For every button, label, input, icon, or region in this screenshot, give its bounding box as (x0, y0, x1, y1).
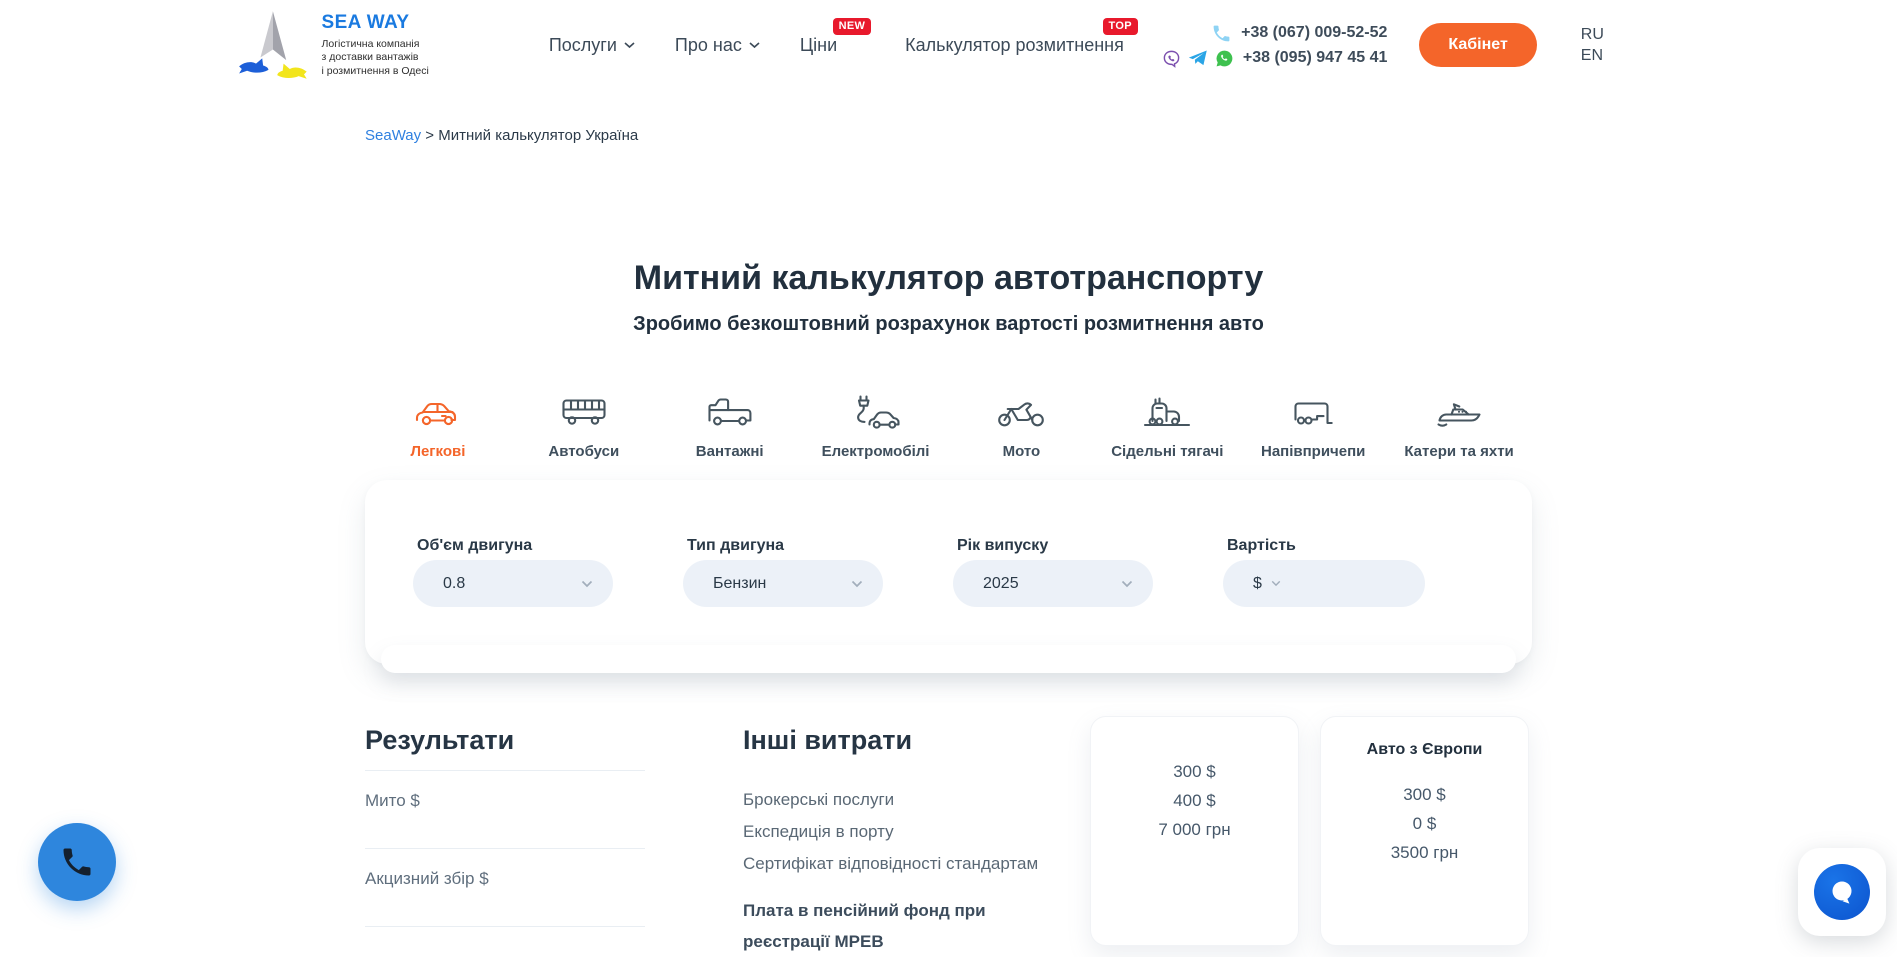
cost-item-pension-fund: Плата в пенсійний фонд при реєстрації МР… (743, 895, 1028, 957)
results-section: Результати Мито $ Акцизний збір $ Інші в… (365, 716, 1532, 957)
truck-icon (705, 391, 755, 429)
call-fab-button[interactable] (38, 823, 116, 901)
breadcrumb: SeaWay > Митний калькулятор Україна (365, 127, 1532, 144)
europe-value-2: 0 $ (1321, 809, 1528, 838)
other-costs-title: Інші витрати (743, 724, 1083, 756)
other-costs-column: Інші витрати Брокерські послуги Експедиц… (743, 716, 1083, 957)
phone-number-1[interactable]: +38 (067) 009-52-52 (1241, 24, 1387, 42)
tab-electric-cars[interactable]: Електромобілі (803, 391, 949, 460)
chevron-down-icon (1121, 580, 1133, 588)
lang-ru[interactable]: RU (1581, 26, 1604, 44)
price-field: Вартість $ (1223, 537, 1425, 664)
bus-icon (559, 391, 609, 429)
phone-number-2[interactable]: +38 (095) 947 45 41 (1243, 49, 1388, 67)
page-subtitle: Зробимо безкоштовний розрахунок вартості… (0, 313, 1897, 336)
vehicle-type-tabs: Легкові Автобуси Вантажні (365, 391, 1532, 460)
tab-moto[interactable]: Мото (949, 391, 1095, 460)
site-header: SEA WAY Логістична компанія з доставки в… (204, 0, 1694, 90)
costs-values-card: 300 $ 400 $ 7 000 грн (1090, 716, 1299, 946)
chevron-down-icon (624, 42, 635, 49)
year-select[interactable]: 2025 (953, 560, 1153, 607)
price-input-wrap: $ (1223, 560, 1425, 607)
yacht-icon (1434, 391, 1484, 429)
new-badge: NEW (833, 18, 872, 35)
motorcycle-icon (996, 391, 1046, 429)
tab-semi-trucks[interactable]: Сідельні тягачі (1094, 391, 1240, 460)
language-switcher: RU EN (1581, 26, 1604, 64)
europe-value-1: 300 $ (1321, 780, 1528, 809)
result-excise: Акцизний збір $ (365, 848, 645, 926)
page-title: Митний калькулятор автотранспорту (0, 259, 1897, 298)
cost-value-2: 400 $ (1091, 786, 1298, 815)
cost-value-1: 300 $ (1091, 757, 1298, 786)
tab-trucks[interactable]: Вантажні (657, 391, 803, 460)
currency-select[interactable]: $ (1253, 575, 1262, 593)
calculator-form-card: Об'єм двигуна 0.8 Тип двигуна Бензин Рік… (365, 480, 1532, 664)
logo-tagline: Логістична компанія з доставки вантажів … (322, 38, 429, 79)
header-contacts: +38 (067) 009-52-52 +38 (095) 947 45 41 (1162, 23, 1388, 68)
engine-type-field: Тип двигуна Бензин (683, 537, 883, 664)
semi-truck-icon (1142, 391, 1192, 429)
phone-icon (1211, 23, 1232, 44)
results-title: Результати (365, 724, 645, 756)
tab-buses[interactable]: Автобуси (511, 391, 657, 460)
top-badge: TOP (1103, 18, 1138, 35)
cost-value-3: 7 000 грн (1091, 815, 1298, 844)
electric-car-icon (851, 391, 901, 429)
main-nav: Послуги Про нас Ціни NEW Калькулятор роз… (549, 35, 1124, 56)
engine-type-select[interactable]: Бензин (683, 560, 883, 607)
year-field: Рік випуску 2025 (953, 537, 1153, 664)
chat-widget (1798, 848, 1886, 936)
cost-item-broker: Брокерські послуги (743, 784, 1083, 816)
breadcrumb-home-link[interactable]: SeaWay (365, 127, 421, 144)
telegram-icon[interactable] (1188, 49, 1208, 67)
price-input[interactable] (1290, 575, 1405, 593)
engine-volume-select[interactable]: 0.8 (413, 560, 613, 607)
europe-card-title: Авто з Європи (1321, 741, 1528, 759)
chat-bubble-icon (1827, 877, 1857, 907)
breadcrumb-current: Митний калькулятор Україна (438, 127, 638, 144)
europe-value-3: 3500 грн (1321, 838, 1528, 867)
trailer-icon (1288, 391, 1338, 429)
tab-boats-yachts[interactable]: Катери та яхти (1386, 391, 1532, 460)
cost-item-certificate: Сертифікат відповідності стандартам (743, 848, 1083, 880)
engine-volume-field: Об'єм двигуна 0.8 (413, 537, 613, 664)
chat-fab-button[interactable] (1814, 864, 1870, 920)
cost-item-port: Експедиція в порту (743, 816, 1083, 848)
whatsapp-icon[interactable] (1215, 49, 1234, 68)
chevron-down-icon[interactable] (1271, 580, 1281, 587)
seaway-boat-logo-icon (232, 9, 312, 81)
chevron-down-icon (749, 42, 760, 49)
tab-cars[interactable]: Легкові (365, 391, 511, 460)
nav-item-services[interactable]: Послуги (549, 35, 635, 56)
logo[interactable]: SEA WAY Логістична компанія з доставки в… (232, 9, 429, 81)
results-column: Результати Мито $ Акцизний збір $ (365, 716, 645, 932)
cabinet-button[interactable]: Кабінет (1419, 23, 1536, 67)
result-duty: Мито $ (365, 770, 645, 848)
phone-icon (59, 844, 95, 880)
logo-title: SEA WAY (322, 12, 429, 34)
car-icon (413, 391, 463, 429)
nav-item-customs-calculator[interactable]: Калькулятор розмитнення TOP (905, 35, 1124, 56)
chevron-down-icon (851, 580, 863, 588)
nav-item-prices[interactable]: Ціни NEW (800, 35, 837, 56)
viber-icon[interactable] (1162, 49, 1181, 68)
tab-semi-trailers[interactable]: Напівпричепи (1240, 391, 1386, 460)
nav-item-about[interactable]: Про нас (675, 35, 760, 56)
europe-card: Авто з Європи 300 $ 0 $ 3500 грн (1320, 716, 1529, 946)
chevron-down-icon (581, 580, 593, 588)
lang-en[interactable]: EN (1581, 47, 1604, 65)
